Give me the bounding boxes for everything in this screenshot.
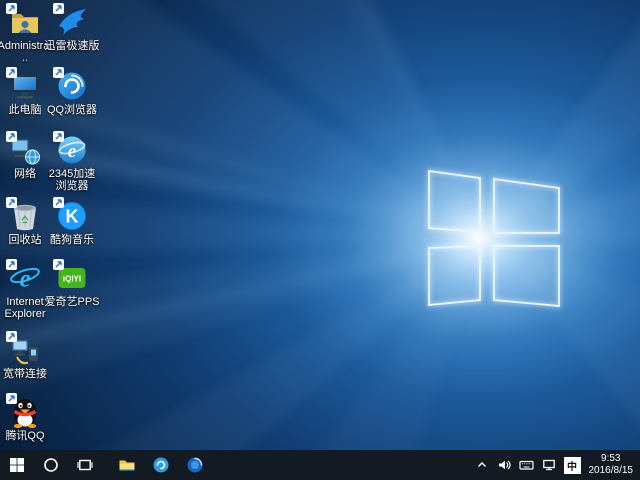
- clock-date: 2016/8/15: [589, 465, 634, 478]
- pinned-app-button[interactable]: [178, 450, 212, 480]
- desktop-icon-this-pc[interactable]: 此电脑: [0, 70, 50, 116]
- desktop-icon-tencent-qq[interactable]: 腾讯QQ: [0, 396, 50, 442]
- start-button[interactable]: [0, 450, 34, 480]
- shortcut-overlay-icon: [53, 3, 64, 14]
- task-view-button[interactable]: [68, 450, 102, 480]
- keyboard-icon: [519, 458, 534, 472]
- svg-text:iQIYI: iQIYI: [63, 275, 81, 284]
- desktop-icon-network[interactable]: 网络: [0, 134, 50, 180]
- internet-explorer-icon: e: [9, 262, 41, 294]
- shortcut-overlay-icon: [53, 131, 64, 142]
- 2345-browser-icon: e: [56, 134, 88, 166]
- touch-keyboard-button[interactable]: [515, 450, 538, 480]
- shortcut-overlay-icon: [6, 331, 17, 342]
- desktop-icon-kugou-music[interactable]: K 酷狗音乐: [47, 200, 97, 246]
- qq-browser-icon: [56, 70, 88, 102]
- shortcut-overlay-icon: [53, 67, 64, 78]
- file-explorer-button[interactable]: [110, 450, 144, 480]
- desktop-icon-label: 迅雷极速版: [44, 40, 100, 52]
- shortcut-overlay-icon: [6, 3, 17, 14]
- windows-logo-icon: [9, 457, 25, 473]
- desktop[interactable]: Administra... 此电脑: [0, 0, 640, 480]
- desktop-icon-label: 腾讯QQ: [0, 430, 53, 442]
- desktop-icon-label: QQ浏览器: [44, 104, 100, 116]
- shortcut-overlay-icon: [6, 131, 17, 142]
- desktop-icon-label: 酷狗音乐: [44, 234, 100, 246]
- system-tray: 中 9:53 2016/8/15: [471, 450, 640, 480]
- desktop-icon-thunder[interactable]: 迅雷极速版: [47, 6, 97, 52]
- desktop-icon-broadband[interactable]: 宽带连接: [0, 334, 50, 380]
- pinned-app-icon: [186, 456, 204, 474]
- broadband-connection-icon: [9, 334, 41, 366]
- svg-text:K: K: [66, 207, 79, 227]
- iqiyi-pps-icon: iQIYI: [56, 262, 88, 294]
- tray-chevron-button[interactable]: [471, 450, 493, 480]
- cortana-circle-icon: [43, 457, 59, 473]
- shortcut-overlay-icon: [6, 259, 17, 270]
- network-tray-button[interactable]: [538, 450, 560, 480]
- desktop-icon-2345-browser[interactable]: e 2345加速浏览器: [47, 134, 97, 193]
- user-folder-icon: [9, 6, 41, 38]
- desktop-icon-recycle-bin[interactable]: 回收站: [0, 200, 50, 246]
- desktop-icon-label: 2345加速浏览器: [44, 168, 100, 193]
- desktop-icon-label: 宽带连接: [0, 368, 53, 380]
- network-icon: [9, 134, 41, 166]
- tencent-qq-icon: [9, 396, 41, 428]
- search-button[interactable]: [34, 450, 68, 480]
- desktop-icon-iqiyi-pps[interactable]: iQIYI 爱奇艺PPS: [47, 262, 97, 308]
- desktop-icon-qq-browser[interactable]: QQ浏览器: [47, 70, 97, 116]
- desktop-icon-internet-explorer[interactable]: e Internet Explorer: [0, 262, 50, 321]
- shortcut-overlay-icon: [6, 197, 17, 208]
- shortcut-overlay-icon: [53, 259, 64, 270]
- shortcut-overlay-icon: [6, 67, 17, 78]
- qq-browser-icon: [152, 456, 170, 474]
- taskbar-clock[interactable]: 9:53 2016/8/15: [585, 450, 640, 480]
- file-explorer-icon: [118, 457, 136, 473]
- chevron-up-icon: [475, 458, 489, 472]
- desktop-icon-label: 爱奇艺PPS: [44, 296, 100, 308]
- ime-indicator[interactable]: 中: [564, 457, 581, 474]
- taskbar: 中 9:53 2016/8/15: [0, 450, 640, 480]
- desktop-icon-administrator[interactable]: Administra...: [0, 6, 50, 65]
- qq-browser-taskbar-button[interactable]: [144, 450, 178, 480]
- network-ethernet-icon: [542, 458, 556, 472]
- clock-time: 9:53: [601, 453, 620, 466]
- task-view-icon: [77, 457, 93, 473]
- thunder-speed-icon: [56, 6, 88, 38]
- shortcut-overlay-icon: [6, 393, 17, 404]
- this-pc-icon: [9, 70, 41, 102]
- volume-icon: [497, 458, 511, 472]
- shortcut-overlay-icon: [53, 197, 64, 208]
- kugou-music-icon: K: [56, 200, 88, 232]
- recycle-bin-icon: [9, 200, 41, 232]
- volume-button[interactable]: [493, 450, 515, 480]
